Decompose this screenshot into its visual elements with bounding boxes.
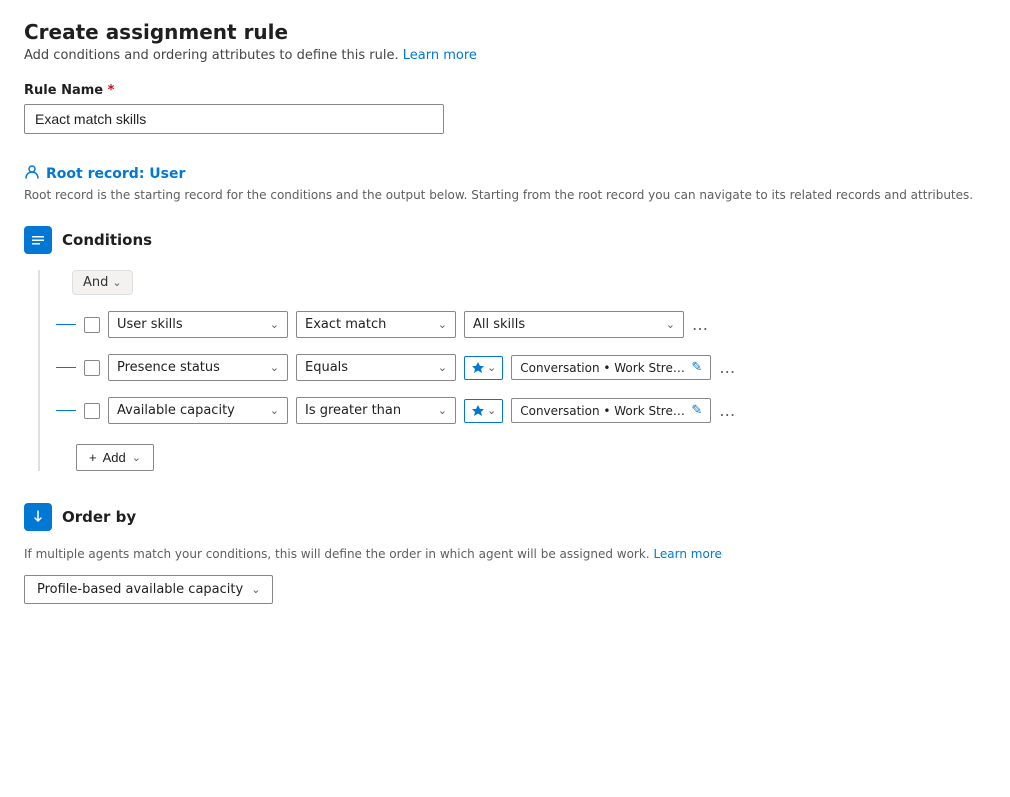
operator-dropdown-1[interactable]: Exact match ⌄ — [296, 311, 456, 338]
dynamic-btn-3[interactable]: ⌄ — [464, 399, 503, 423]
field-dropdown-2[interactable]: Presence status ⌄ — [108, 354, 288, 381]
rule-name-section: Rule Name * — [24, 83, 986, 154]
required-marker: * — [108, 83, 115, 98]
operator-chevron-3: ⌄ — [438, 404, 447, 417]
operator-chevron-2: ⌄ — [438, 361, 447, 374]
root-record-desc: Root record is the starting record for t… — [24, 188, 986, 202]
conditions-inner: And ⌄ User skills ⌄ Exact match ⌄ — [40, 270, 986, 471]
edit-icon-2[interactable]: ✎ — [691, 360, 702, 375]
condition-checkbox-3[interactable] — [84, 403, 100, 419]
order-by-chevron-icon: ⌄ — [251, 583, 260, 596]
field-dropdown-1[interactable]: User skills ⌄ — [108, 311, 288, 338]
dynamic-btn-2[interactable]: ⌄ — [464, 356, 503, 380]
rule-name-label-text: Rule Name — [24, 83, 103, 98]
value-pill-text-3: Conversation • Work Stream • Ca... — [520, 404, 687, 418]
more-options-3[interactable]: … — [719, 401, 736, 420]
condition-dash-3 — [56, 410, 76, 411]
dynamic-chevron-3: ⌄ — [487, 404, 496, 417]
field-label-3: Available capacity — [117, 403, 235, 418]
condition-dash-2 — [56, 367, 76, 368]
and-label: And — [83, 275, 108, 290]
order-by-desc: If multiple agents match your conditions… — [24, 547, 986, 561]
page-subtitle: Add conditions and ordering attributes t… — [24, 48, 986, 63]
edit-icon-3[interactable]: ✎ — [691, 403, 702, 418]
and-badge[interactable]: And ⌄ — [72, 270, 133, 295]
condition-row-2: Presence status ⌄ Equals ⌄ ⌄ Conv — [56, 354, 986, 381]
more-options-2[interactable]: … — [719, 358, 736, 377]
value-chevron-1: ⌄ — [666, 318, 675, 331]
field-label-2: Presence status — [117, 360, 220, 375]
learn-more-link[interactable]: Learn more — [403, 48, 477, 63]
condition-checkbox-2[interactable] — [84, 360, 100, 376]
order-by-section: Order by If multiple agents match your c… — [24, 503, 986, 604]
conditions-container: And ⌄ User skills ⌄ Exact match ⌄ — [38, 270, 986, 471]
order-by-title: Order by — [62, 508, 136, 526]
add-plus-icon: + — [89, 450, 97, 465]
dynamic-chevron-2: ⌄ — [487, 361, 496, 374]
field-chevron-1: ⌄ — [270, 318, 279, 331]
page-title: Create assignment rule — [24, 20, 986, 44]
operator-label-3: Is greater than — [305, 403, 401, 418]
order-by-header: Order by — [24, 503, 986, 531]
rule-name-input[interactable] — [24, 104, 444, 134]
field-chevron-2: ⌄ — [270, 361, 279, 374]
root-record-section: Root record: User Root record is the sta… — [24, 164, 986, 202]
more-options-1[interactable]: … — [692, 315, 709, 334]
value-pill-text-2: Conversation • Work Stream • All... — [520, 361, 687, 375]
conditions-header: Conditions — [24, 226, 986, 254]
order-by-icon — [24, 503, 52, 531]
operator-label-2: Equals — [305, 360, 348, 375]
operator-chevron-1: ⌄ — [438, 318, 447, 331]
order-by-value: Profile-based available capacity — [37, 582, 243, 597]
page-container: Create assignment rule Add conditions an… — [24, 20, 986, 604]
page-header: Create assignment rule Add conditions an… — [24, 20, 986, 63]
conditions-section: Conditions And ⌄ User skills ⌄ — [24, 226, 986, 471]
user-icon — [24, 164, 40, 184]
value-pill-3[interactable]: Conversation • Work Stream • Ca... ✎ — [511, 398, 711, 423]
operator-dropdown-2[interactable]: Equals ⌄ — [296, 354, 456, 381]
condition-checkbox-1[interactable] — [84, 317, 100, 333]
value-label-1: All skills — [473, 317, 525, 332]
order-learn-more-link[interactable]: Learn more — [653, 547, 721, 561]
value-pill-2[interactable]: Conversation • Work Stream • All... ✎ — [511, 355, 711, 380]
condition-row-1: User skills ⌄ Exact match ⌄ All skills ⌄… — [56, 311, 986, 338]
add-label: Add — [103, 450, 126, 465]
and-chevron-icon: ⌄ — [112, 276, 121, 289]
add-chevron-icon: ⌄ — [132, 451, 141, 464]
operator-label-1: Exact match — [305, 317, 386, 332]
root-record-label: Root record: User — [46, 166, 185, 182]
add-button[interactable]: + Add ⌄ — [76, 444, 154, 471]
value-dropdown-1[interactable]: All skills ⌄ — [464, 311, 684, 338]
root-record-header: Root record: User — [24, 164, 986, 184]
conditions-title: Conditions — [62, 231, 152, 249]
conditions-icon — [24, 226, 52, 254]
subtitle-text: Add conditions and ordering attributes t… — [24, 48, 399, 63]
condition-dash-1 — [56, 324, 76, 325]
field-label-1: User skills — [117, 317, 183, 332]
field-chevron-3: ⌄ — [270, 404, 279, 417]
rule-name-label: Rule Name * — [24, 83, 986, 98]
order-by-desc-text: If multiple agents match your conditions… — [24, 547, 650, 561]
condition-row-3: Available capacity ⌄ Is greater than ⌄ ⌄ — [56, 397, 986, 424]
order-by-dropdown[interactable]: Profile-based available capacity ⌄ — [24, 575, 273, 604]
operator-dropdown-3[interactable]: Is greater than ⌄ — [296, 397, 456, 424]
field-dropdown-3[interactable]: Available capacity ⌄ — [108, 397, 288, 424]
